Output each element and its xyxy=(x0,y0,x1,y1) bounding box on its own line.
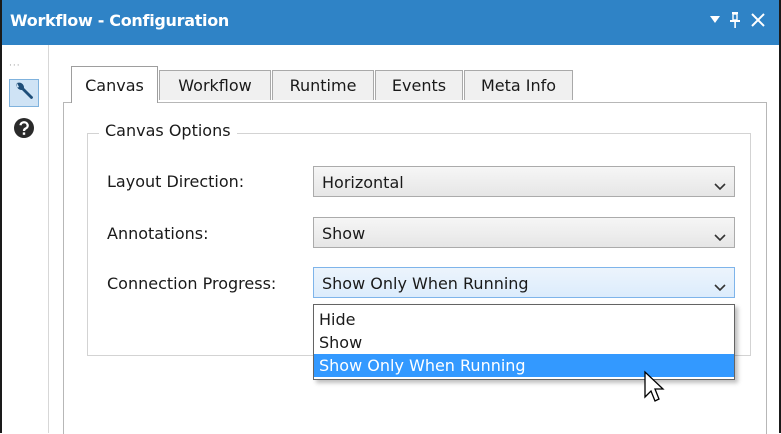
dropdown-option-hide[interactable]: Hide xyxy=(314,308,734,331)
annotations-value: Show xyxy=(322,224,366,243)
help-icon xyxy=(13,117,35,143)
annotations-select[interactable]: Show xyxy=(313,217,735,248)
layout-direction-label: Layout Direction: xyxy=(107,172,245,191)
chevron-down-icon xyxy=(714,277,726,296)
wrench-icon xyxy=(13,80,35,106)
dropdown-option-show[interactable]: Show xyxy=(314,331,734,354)
layout-direction-value: Horizontal xyxy=(322,173,404,192)
mouse-cursor-icon xyxy=(643,370,665,410)
chevron-down-icon xyxy=(714,227,726,246)
help-button[interactable] xyxy=(9,116,39,144)
tab-runtime[interactable]: Runtime xyxy=(272,70,374,100)
window-menu-dropdown-icon[interactable] xyxy=(708,9,722,31)
window-title: Workflow - Configuration xyxy=(10,11,230,30)
dropdown-option-show-only-when-running[interactable]: Show Only When Running xyxy=(314,354,734,377)
tab-meta-info[interactable]: Meta Info xyxy=(464,70,573,100)
chevron-down-icon xyxy=(714,176,726,195)
annotations-label: Annotations: xyxy=(107,224,209,243)
layout-direction-select[interactable]: Horizontal xyxy=(313,166,735,197)
close-icon[interactable] xyxy=(748,9,768,31)
tab-workflow[interactable]: Workflow xyxy=(159,70,271,100)
tab-events[interactable]: Events xyxy=(375,70,463,100)
connection-progress-dropdown: Hide Show Show Only When Running xyxy=(313,304,735,380)
canvas-options-title: Canvas Options xyxy=(99,121,237,140)
pin-icon[interactable] xyxy=(726,9,744,31)
connection-progress-value: Show Only When Running xyxy=(322,274,529,293)
connection-progress-label: Connection Progress: xyxy=(107,274,277,293)
window-titlebar: Workflow - Configuration xyxy=(2,0,779,45)
sidebar-grip[interactable]: ··· xyxy=(9,61,21,71)
tab-canvas[interactable]: Canvas xyxy=(71,66,158,103)
connection-progress-select[interactable]: Show Only When Running xyxy=(313,267,735,298)
configuration-wrench-button[interactable] xyxy=(9,79,39,107)
